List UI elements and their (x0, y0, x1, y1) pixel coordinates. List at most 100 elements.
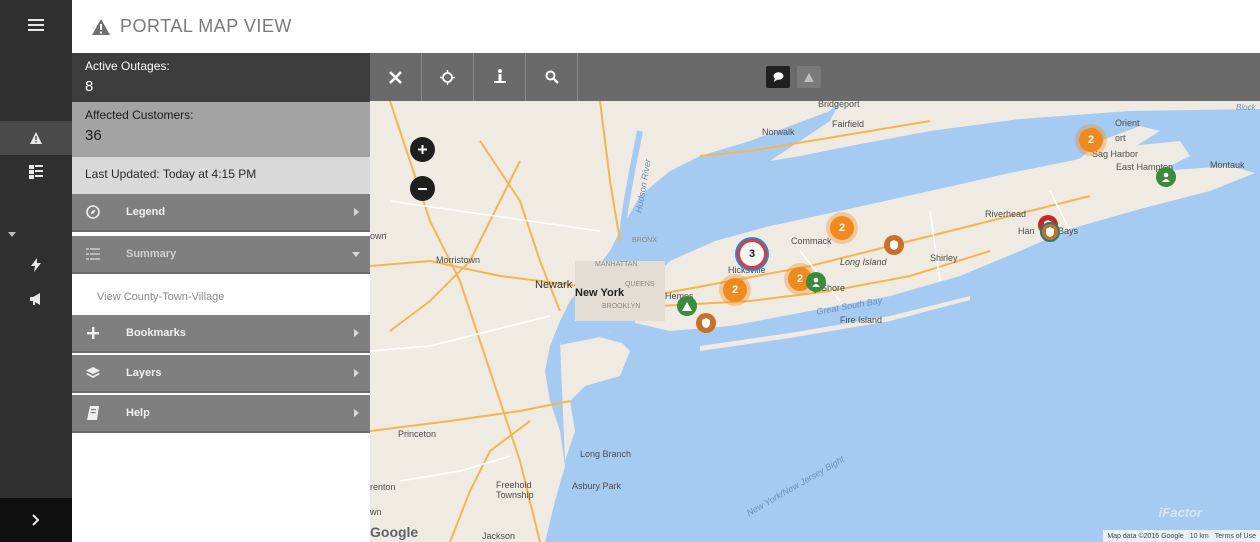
active-outages-value: 8 (85, 78, 94, 95)
megaphone-icon (30, 293, 40, 305)
shield-icon (1046, 227, 1054, 237)
toggle-group (766, 66, 836, 88)
warning-icon (30, 132, 42, 144)
layers-icon (72, 367, 114, 379)
accordion-legend-label: Legend (126, 206, 166, 218)
map-label-hampton-bays-left: Han (1018, 226, 1035, 236)
map-label-hicksville: Hicksville (728, 265, 766, 275)
accordion-help-label: Help (126, 407, 150, 419)
person-icon (812, 277, 820, 287)
chevron-right-icon (342, 208, 370, 216)
compass-icon (72, 205, 114, 219)
warning-icon (682, 301, 692, 311)
accordion-legend[interactable]: Legend (72, 194, 370, 232)
menu-button[interactable] (0, 8, 72, 42)
ifactor-watermark: iFactor (1158, 505, 1202, 520)
person-icon (1162, 172, 1170, 182)
active-outages-label: Active Outages: (85, 59, 170, 73)
chevron-down-icon (342, 251, 370, 257)
affected-customers-value: 36 (85, 127, 102, 144)
summary-link-county-town-village[interactable]: View County-Town-Village (72, 277, 370, 315)
map-label-ort: ort (1115, 133, 1126, 143)
terms-of-use-link[interactable]: Terms of Use (1215, 533, 1256, 540)
zoom-out-button[interactable] (410, 176, 435, 201)
page-title: PORTAL MAP VIEW (120, 16, 292, 36)
outage-cluster[interactable]: 2 (723, 278, 747, 302)
map-label-own: own (370, 231, 387, 241)
outage-pin-green[interactable] (677, 296, 697, 316)
map-label-bronx: BRONX (632, 237, 657, 244)
map-label-queens: QUEENS (625, 281, 655, 288)
rail-item-report[interactable] (0, 155, 72, 189)
map-scale[interactable]: 10 km (1190, 533, 1209, 540)
outage-cluster[interactable]: 2 (1079, 128, 1103, 152)
caret-down-icon[interactable] (8, 224, 16, 242)
rail-item-outages[interactable] (0, 121, 72, 155)
plus-icon (72, 327, 114, 339)
map-label-bridgeport: Bridgeport (818, 101, 860, 109)
map-label-new-york: New York (575, 287, 625, 299)
locate-icon (440, 69, 455, 85)
shield-icon (890, 240, 898, 250)
comment-toggle[interactable] (766, 66, 790, 88)
map-label-freehold: Freehold (496, 480, 532, 490)
accordion-summary-label: Summary (126, 248, 177, 260)
list-icon (72, 248, 114, 260)
accordion-summary[interactable]: Summary (72, 236, 370, 274)
book-icon (72, 406, 114, 420)
map-label-shirley: Shirley (930, 253, 958, 263)
accordion-help[interactable]: Help (72, 395, 370, 433)
close-icon (389, 70, 402, 84)
warning-toggle[interactable] (797, 66, 821, 88)
close-button[interactable] (370, 53, 422, 101)
map-label-freehold-township: Township (496, 490, 534, 500)
map-label-manhattan: MANHATTAN (595, 261, 638, 268)
accordion-layers[interactable]: Layers (72, 355, 370, 393)
chevron-right-icon (342, 369, 370, 377)
rail-item-announcements[interactable] (0, 282, 72, 316)
plus-icon (418, 145, 427, 154)
outage-pin-green[interactable] (806, 272, 826, 292)
info-person-button[interactable] (474, 53, 526, 101)
map-data-credit[interactable]: Map data ©2016 Google (1107, 533, 1183, 540)
active-outages-stat: Active Outages: 8 (72, 53, 370, 102)
map-canvas[interactable]: Bridgeport Fairfield Norwalk Block Orien… (370, 101, 1260, 542)
outage-pin-orange[interactable] (696, 313, 716, 333)
map-label-orient: Orient (1115, 118, 1140, 128)
mainland (370, 101, 840, 542)
app-window: PORTAL MAP VIEW Active Outages: 8 Affect… (0, 0, 1260, 542)
map-label-asbury-park: Asbury Park (572, 481, 622, 491)
accordion-layers-label: Layers (126, 367, 162, 379)
last-updated-text: Last Updated: Today at 4:15 PM (72, 157, 370, 194)
map-label-fire-island: Fire Island (840, 315, 883, 325)
rail-item-power[interactable] (0, 248, 72, 282)
expand-rail-button[interactable] (0, 498, 72, 542)
google-logo: Google (370, 524, 419, 540)
locate-button[interactable] (422, 53, 474, 101)
report-icon (29, 165, 43, 179)
outage-pin-orange[interactable] (884, 235, 904, 255)
nj-shore (560, 331, 630, 461)
menu-icon (28, 19, 44, 31)
outage-cluster[interactable]: 3 (740, 242, 764, 266)
search-button[interactable] (526, 53, 578, 101)
outage-pin-green[interactable] (1156, 167, 1176, 187)
map-label-morristown: Morristown (436, 255, 481, 265)
lightning-icon (31, 258, 41, 272)
warning-icon (804, 72, 814, 82)
page-header: PORTAL MAP VIEW (72, 0, 1260, 53)
chevron-right-icon (32, 514, 40, 526)
nav-rail (0, 0, 72, 542)
map-label-commack: Commack (791, 236, 832, 246)
map-attribution: Map data ©2016 Google 10 km Terms of Use (1103, 530, 1260, 542)
chevron-right-icon (342, 329, 370, 337)
map-label-trenton: renton (370, 482, 396, 492)
search-icon (545, 70, 559, 84)
accordion-bookmarks[interactable]: Bookmarks (72, 315, 370, 353)
map-toolbar (370, 53, 1260, 101)
map-label-riverhead: Riverhead (985, 209, 1027, 219)
zoom-in-button[interactable] (410, 137, 435, 162)
outage-cluster[interactable]: 2 (830, 216, 854, 240)
map-label-jackson: Jackson (482, 531, 516, 541)
outage-pin-orange[interactable] (1040, 222, 1060, 242)
